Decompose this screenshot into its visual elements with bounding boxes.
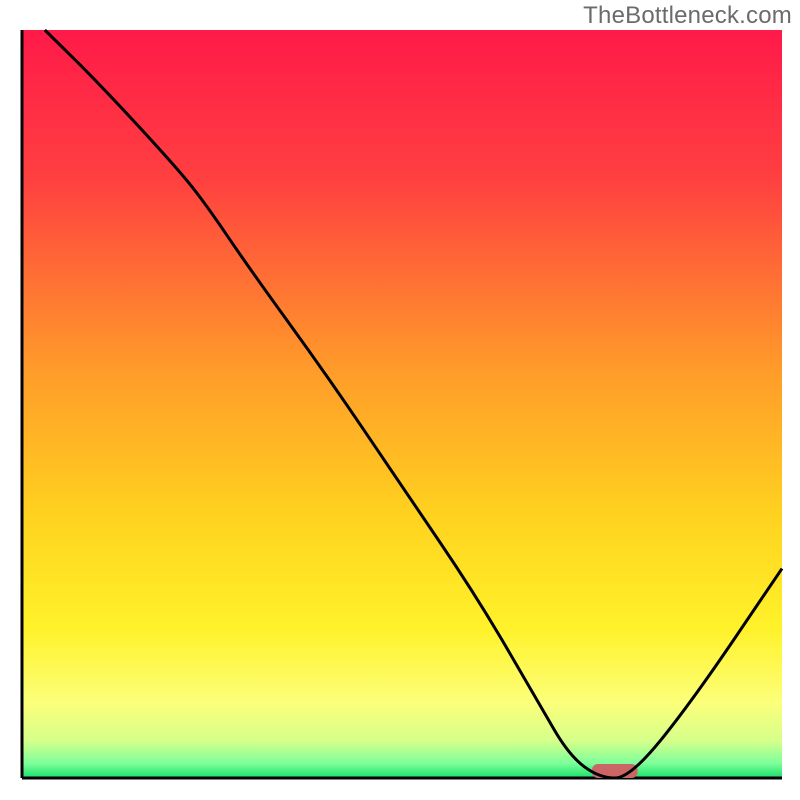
gradient-background: [22, 30, 782, 778]
bottleneck-chart: [0, 0, 800, 800]
chart-container: TheBottleneck.com: [0, 0, 800, 800]
